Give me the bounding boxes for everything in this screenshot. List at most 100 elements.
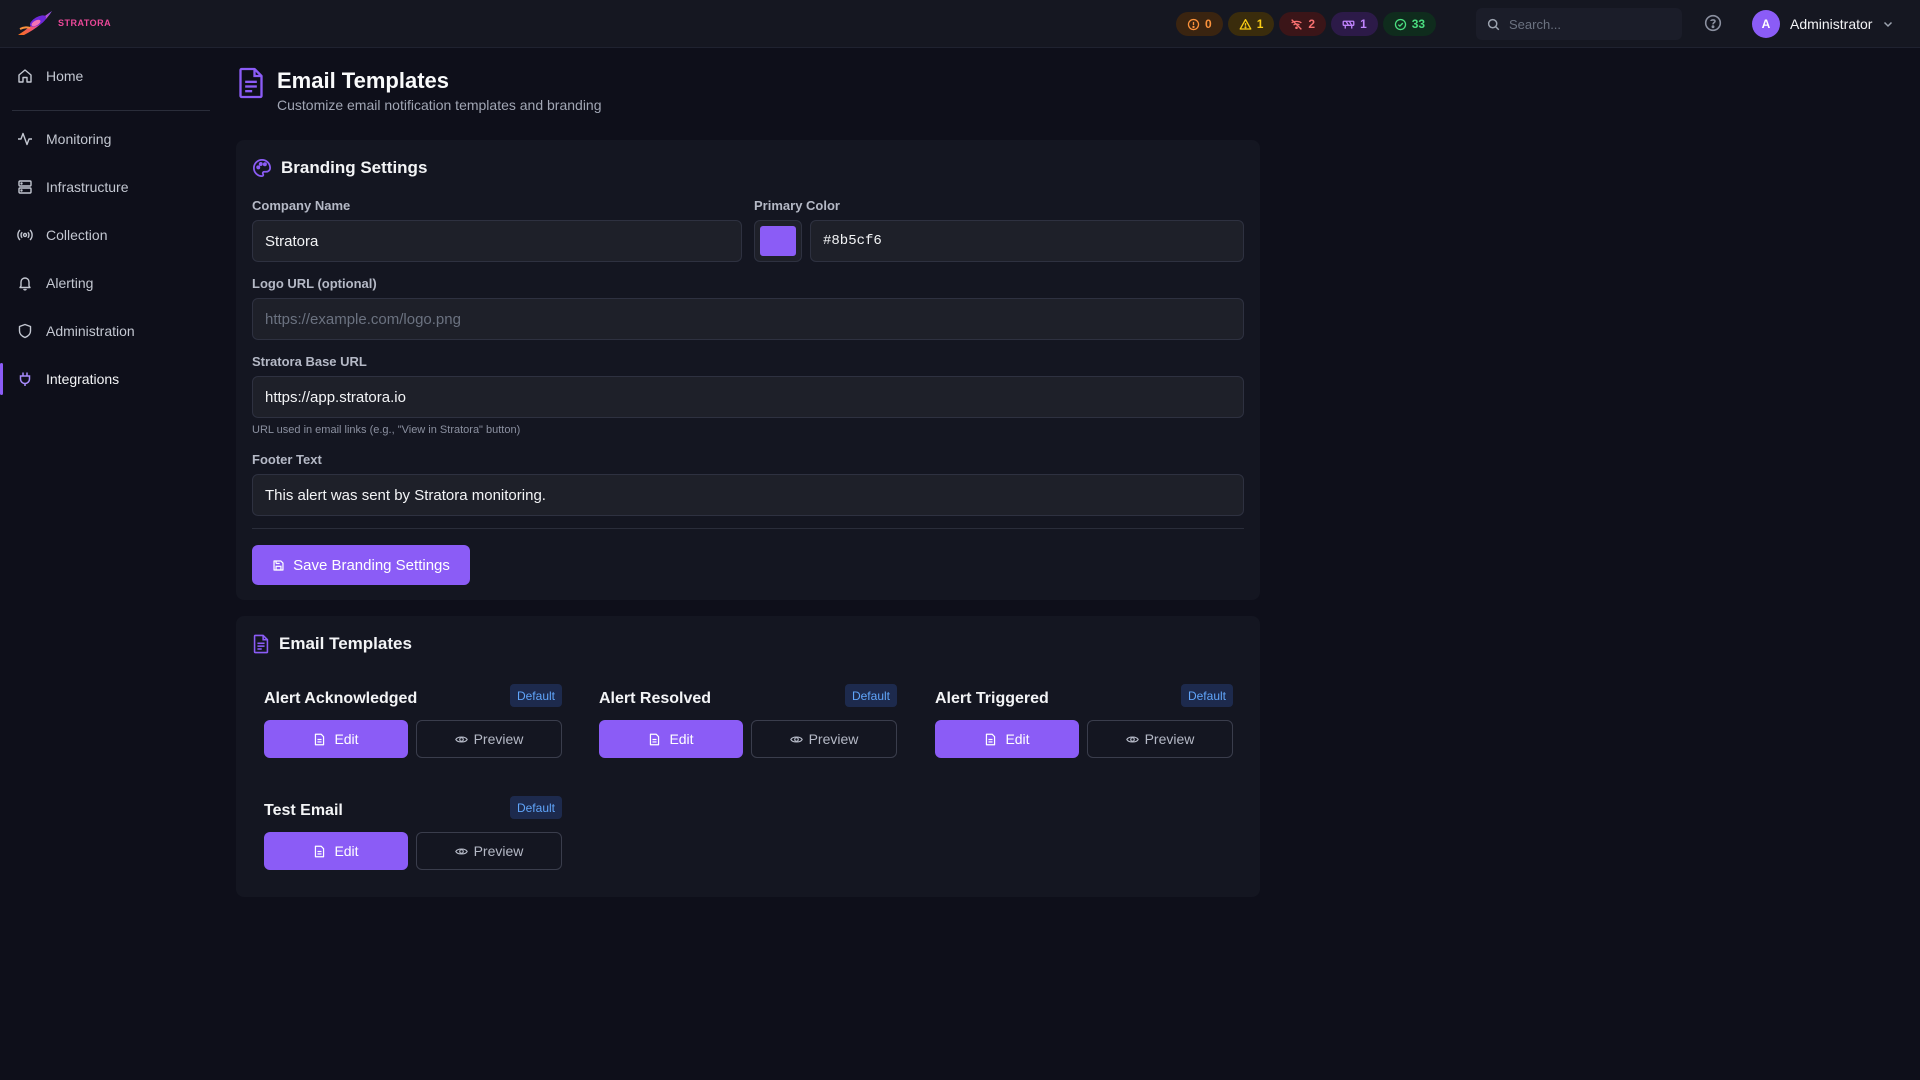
template-name: Test Email [264,802,343,819]
email-templates-card: Email Templates Alert Acknowledged Defau… [236,616,1260,897]
base-url-help-text: URL used in email links (e.g., "View in … [252,424,521,436]
sidebar-item-label: Infrastructure [46,179,129,195]
edit-button[interactable]: Edit [935,720,1079,758]
preview-button[interactable]: Preview [416,720,562,758]
sidebar-item-monitoring[interactable]: Monitoring [0,119,210,159]
sidebar-item-administration[interactable]: Administration [0,311,210,351]
sidebar-divider [12,110,210,111]
status-warning-badge[interactable]: 1 [1227,12,1275,36]
status-ok-count: 33 [1411,17,1426,31]
radio-icon [17,229,33,241]
page-header: Email Templates Customize email notifica… [237,66,602,113]
preview-button[interactable]: Preview [416,832,562,870]
status-down-badge[interactable]: 2 [1279,12,1327,36]
templates-title: Email Templates [279,634,412,653]
template-card-alert-triggered: Alert Triggered Default Edit Preview [935,684,1233,764]
search-box[interactable] [1476,8,1682,40]
sidebar-item-integrations[interactable]: Integrations [0,359,210,399]
wifi-off-icon [1291,18,1303,30]
preview-label: Preview [473,731,524,747]
edit-button[interactable]: Edit [599,720,743,758]
sidebar-item-label: Collection [46,227,108,243]
edit-button[interactable]: Edit [264,720,408,758]
preview-label: Preview [473,843,524,859]
branding-settings-card: Branding Settings Company Name Primary C… [236,140,1260,600]
branding-divider [252,528,1244,529]
primary-color-picker[interactable] [754,220,802,262]
primary-color-input[interactable] [810,220,1244,262]
status-maintenance-badge[interactable]: 1 [1331,12,1378,36]
page-title: Email Templates [277,68,449,93]
branding-card-title: Branding Settings [252,158,427,178]
palette-icon [253,158,272,178]
status-critical-badge[interactable]: 0 [1176,12,1223,36]
default-badge: Default [1180,684,1233,707]
server-icon [18,180,32,194]
chevron-down-icon [1884,21,1893,28]
template-card-alert-resolved: Alert Resolved Default Edit Preview [599,684,897,764]
logo-text: STRATORA [58,18,112,28]
file-edit-icon [315,733,325,745]
template-card-alert-acknowledged: Alert Acknowledged Default Edit Preview [264,684,562,764]
save-icon [273,559,284,571]
avatar: A [1752,10,1780,38]
save-branding-label: Save Branding Settings [293,556,450,574]
base-url-input[interactable] [252,376,1244,418]
alert-circle-icon [1187,18,1200,30]
preview-button[interactable]: Preview [751,720,897,758]
file-text-icon [253,634,269,654]
footer-text-input[interactable] [252,474,1244,516]
home-icon [18,69,32,83]
logo-url-label: Logo URL (optional) [252,276,377,291]
eye-icon [1125,735,1139,743]
eye-icon [454,735,468,743]
status-critical-count: 0 [1205,17,1212,31]
status-ok-badge[interactable]: 33 [1382,12,1437,36]
edit-button[interactable]: Edit [264,832,408,870]
user-name: Administrator [1790,16,1873,32]
logo-url-input[interactable] [252,298,1244,340]
sidebar-item-infrastructure[interactable]: Infrastructure [0,167,210,207]
eye-icon [789,735,803,743]
status-maintenance-count: 1 [1360,17,1367,31]
sidebar-item-collection[interactable]: Collection [0,215,210,255]
primary-color-swatch [760,226,796,256]
preview-button[interactable]: Preview [1087,720,1233,758]
file-text-icon [239,67,263,99]
user-menu[interactable]: A Administrator [1752,10,1894,38]
template-name: Alert Acknowledged [264,690,418,707]
sidebar-item-label: Monitoring [46,131,112,147]
footer-text-label: Footer Text [252,452,322,467]
templates-card-title: Email Templates [252,634,412,654]
edit-label: Edit [334,731,359,747]
status-down-count: 2 [1308,17,1316,31]
base-url-label: Stratora Base URL [252,354,367,369]
edit-label: Edit [669,731,694,747]
template-name: Alert Resolved [599,690,712,707]
rocket-logo-icon [18,11,52,35]
default-badge: Default [844,684,897,707]
default-badge: Default [509,796,562,819]
sidebar-item-alerting[interactable]: Alerting [0,263,210,303]
check-circle-icon [1394,18,1406,30]
status-warning-count: 1 [1256,17,1264,31]
edit-label: Edit [334,843,359,859]
sidebar-item-home[interactable]: Home [0,56,210,96]
company-name-input[interactable] [252,220,742,262]
file-edit-icon [986,733,996,745]
save-branding-button[interactable]: Save Branding Settings [252,545,470,585]
top-bar: STRATORA 0 1 2 1 33 A Administrato [0,0,1920,48]
sidebar-item-label: Administration [46,323,135,339]
alert-triangle-icon [1239,18,1252,30]
file-edit-icon [315,845,325,857]
default-badge: Default [509,684,562,707]
branding-title: Branding Settings [281,158,428,177]
activity-icon [18,132,32,146]
help-button[interactable] [1704,14,1722,32]
eye-icon [454,847,468,855]
app-logo[interactable]: STRATORA [16,8,111,38]
status-summary: 0 1 2 1 33 [1176,12,1437,36]
sidebar-item-label: Alerting [46,275,94,291]
search-input[interactable] [1509,16,1669,32]
preview-label: Preview [1144,731,1195,747]
